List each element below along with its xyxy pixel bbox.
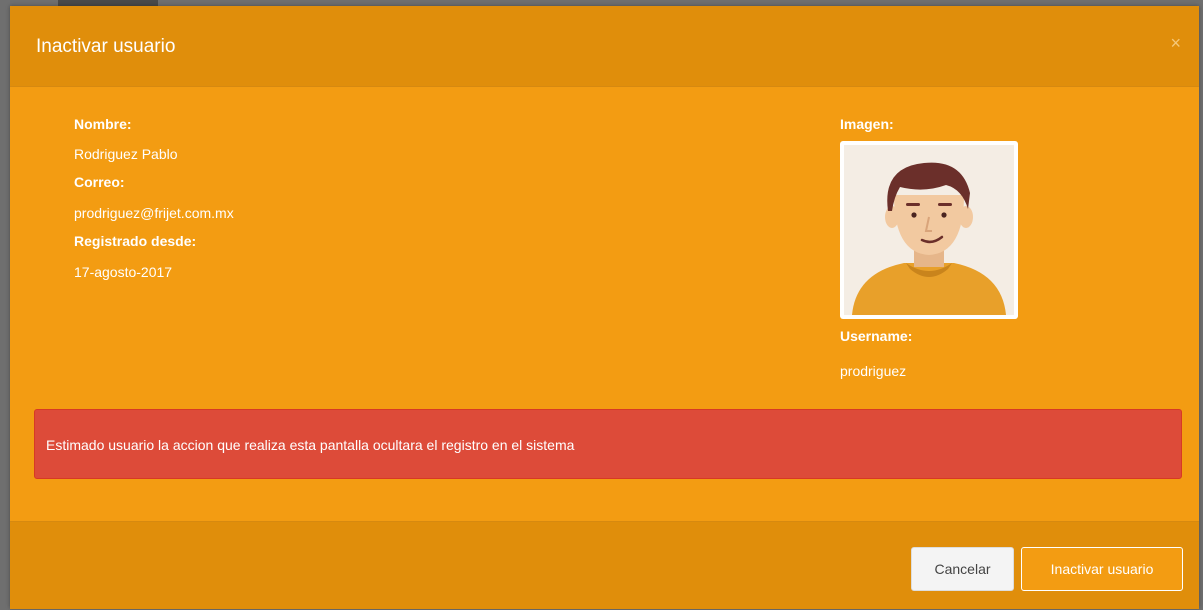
name-value: Rodriguez Pablo [74, 146, 178, 162]
modal-title: Inactivar usuario [36, 36, 176, 57]
inactivate-user-modal: Inactivar usuario × Nombre: Rodriguez Pa… [10, 6, 1199, 609]
inactivate-user-button[interactable]: Inactivar usuario [1021, 547, 1183, 591]
email-label: Correo: [74, 174, 125, 190]
modal-header: Inactivar usuario × [10, 6, 1199, 87]
warning-alert: Estimado usuario la accion que realiza e… [34, 409, 1182, 479]
modal-footer: Cancelar Inactivar usuario [10, 521, 1199, 609]
username-value: prodriguez [840, 363, 907, 379]
registered-label: Registrado desde: [74, 233, 197, 249]
image-label: Imagen: [840, 116, 894, 132]
alert-message: Estimado usuario la accion que realiza e… [46, 437, 575, 453]
registered-value: 17-agosto-2017 [74, 264, 173, 280]
avatar-illustration [844, 145, 1014, 315]
email-value: prodriguez@frijet.com.mx [74, 205, 234, 221]
username-label: Username: [840, 328, 913, 344]
cancel-button[interactable]: Cancelar [911, 547, 1014, 591]
avatar [840, 141, 1018, 319]
close-icon[interactable]: × [1170, 34, 1181, 52]
name-label: Nombre: [74, 116, 132, 132]
